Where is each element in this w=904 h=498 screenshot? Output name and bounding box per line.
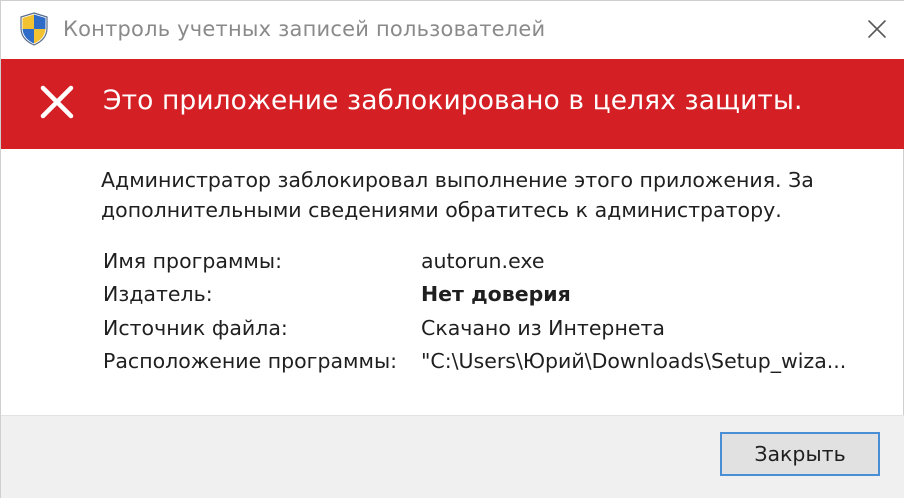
blocked-banner: Это приложение заблокировано в целях защ…	[1, 59, 904, 149]
blocked-x-icon	[39, 82, 75, 122]
uac-shield-icon	[19, 12, 49, 46]
publisher-label: Издатель:	[103, 282, 213, 306]
blocked-message: Администратор заблокировал выполнение эт…	[101, 168, 814, 222]
close-icon[interactable]	[857, 9, 897, 49]
dialog-footer: Закрыть	[1, 415, 904, 498]
publisher-value: Нет доверия	[421, 282, 571, 306]
program-name-value: autorun.exe	[421, 249, 545, 273]
close-button[interactable]: Закрыть	[720, 432, 880, 476]
program-location-label: Расположение программы:	[103, 349, 398, 373]
window-title: Контроль учетных записей пользователей	[63, 17, 546, 41]
file-source-label: Источник файла:	[103, 316, 288, 340]
uac-dialog-window: Контроль учетных записей пользователей Э…	[0, 0, 904, 498]
program-name-label: Имя программы:	[103, 249, 282, 273]
title-bar: Контроль учетных записей пользователей	[1, 1, 904, 59]
program-location-value: "C:\Users\Юрий\Downloads\Setup_wiza...	[421, 349, 847, 373]
banner-heading: Это приложение заблокировано в целях защ…	[103, 85, 803, 116]
file-source-value: Скачано из Интернета	[421, 316, 665, 340]
